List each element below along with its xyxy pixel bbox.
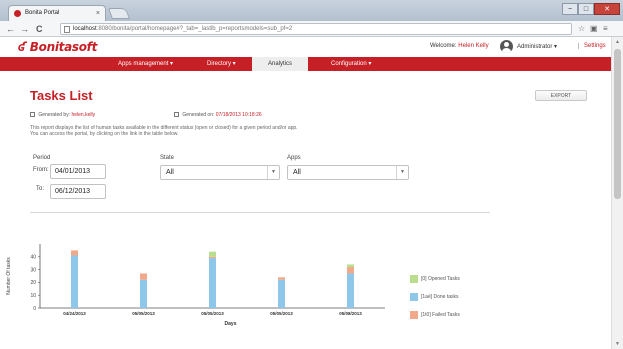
browser-toolbar: ← → C localhost:8080/bonita/portal/homep… bbox=[0, 21, 623, 37]
user-icon bbox=[30, 112, 35, 118]
export-button[interactable]: EXPORT bbox=[535, 90, 587, 101]
scroll-thumb[interactable] bbox=[614, 49, 621, 199]
page-title: Tasks List bbox=[30, 88, 93, 103]
bonitasoft-logo[interactable]: ʛ Bonitasoft bbox=[18, 40, 97, 54]
generated-by: Generated by: helen.kelly bbox=[30, 112, 95, 118]
generated-on-value: 07/18/2013 10:18:26 bbox=[215, 112, 262, 118]
report-description: This report displays the list of human t… bbox=[30, 125, 298, 137]
bar-segment bbox=[209, 256, 216, 259]
app-header: ʛ Bonitasoft Welcome: Helen Kelly Admini… bbox=[0, 37, 611, 57]
to-label: To: bbox=[36, 186, 45, 192]
section-divider bbox=[30, 212, 490, 213]
menu-icon[interactable]: ≡ bbox=[603, 24, 608, 34]
y-axis-label: Number Of tasks bbox=[6, 257, 12, 295]
y-tick-label: 0 bbox=[33, 306, 36, 312]
generated-by-value: helen.kelly bbox=[71, 112, 96, 118]
apps-value: All bbox=[293, 169, 301, 176]
tasks-chart: 0 10 20 30 40 Number Of tasks 04/24/2013 05/05/… bbox=[6, 244, 385, 327]
tab-title: Bonita Portal bbox=[25, 10, 60, 16]
bar-segment bbox=[140, 273, 147, 280]
y-tick-label: 40 bbox=[30, 255, 36, 261]
bar-segment bbox=[347, 264, 354, 268]
window-close-button[interactable]: ✕ bbox=[594, 3, 620, 15]
browser-tab[interactable]: Bonita Portal × bbox=[8, 5, 106, 21]
state-select[interactable]: All ▼ bbox=[160, 165, 280, 180]
profile-dropdown[interactable]: Administrator ▾ bbox=[517, 43, 557, 50]
logo-text: Bonitasoft bbox=[29, 40, 98, 54]
from-label: From: bbox=[33, 167, 49, 173]
main-menu: Apps management ▾ Directory ▾ Analytics … bbox=[0, 57, 611, 71]
from-date-input[interactable]: 04/01/2013 bbox=[50, 164, 106, 179]
legend-label: [1t0] Failed Tasks bbox=[421, 312, 460, 318]
bar-segment bbox=[209, 251, 216, 257]
legend-label: [1aè] Done tasks bbox=[421, 294, 459, 300]
back-button[interactable]: ← bbox=[6, 22, 15, 36]
chevron-down-icon: ▼ bbox=[267, 166, 279, 179]
calendar-icon bbox=[174, 112, 179, 118]
generated-on-label: Generated on: bbox=[182, 112, 215, 118]
extension-icon[interactable]: ▣ bbox=[590, 24, 598, 34]
x-tick-label: 05/05/2013 bbox=[132, 311, 155, 316]
menu-apps-management[interactable]: Apps management ▾ bbox=[118, 57, 173, 71]
bar-segment bbox=[347, 273, 354, 308]
avatar bbox=[500, 40, 513, 53]
menu-directory[interactable]: Directory ▾ bbox=[207, 57, 236, 71]
star-icon[interactable]: ☆ bbox=[578, 24, 585, 34]
x-tick-label: 05/05/2013 bbox=[270, 311, 293, 316]
address-bar[interactable]: localhost:8080/bonita/portal/homepage#?_… bbox=[60, 23, 572, 35]
generated-on: Generated on: 07/18/2013 10:18:26 bbox=[174, 112, 262, 118]
window-maximize-button[interactable]: □ bbox=[578, 3, 594, 15]
scroll-down-icon[interactable]: ▼ bbox=[612, 339, 623, 349]
bar-segment bbox=[278, 277, 285, 280]
generated-by-label: Generated by: bbox=[38, 112, 71, 118]
apps-label: Apps bbox=[287, 155, 301, 161]
bar-segment bbox=[347, 267, 354, 274]
state-label: State bbox=[160, 155, 175, 161]
bonita-favicon-icon bbox=[14, 10, 21, 17]
apps-select[interactable]: All ▼ bbox=[287, 165, 409, 180]
x-axis-label: Days bbox=[225, 321, 237, 327]
legend-label: [0] Opened Tasks bbox=[421, 276, 460, 282]
new-tab-button[interactable] bbox=[107, 8, 131, 19]
bar-segment bbox=[140, 279, 147, 308]
scroll-up-icon[interactable]: ▲ bbox=[612, 37, 623, 47]
bar-segment bbox=[71, 255, 78, 308]
settings-link[interactable]: Settings bbox=[578, 43, 606, 49]
browser-tab-strip: Bonita Portal × − □ ✕ bbox=[0, 0, 623, 21]
y-tick-label: 20 bbox=[30, 280, 36, 286]
period-label: Period bbox=[33, 155, 51, 161]
window-minimize-button[interactable]: − bbox=[562, 3, 578, 15]
bar-segment bbox=[278, 279, 285, 308]
x-tick-label: 04/24/2013 bbox=[63, 311, 86, 316]
description-line-2: You can access the portal, by clicking o… bbox=[30, 131, 179, 137]
x-tick-label: 05/05/2013 bbox=[201, 311, 224, 316]
menu-analytics[interactable]: Analytics bbox=[252, 57, 308, 71]
x-tick-label: 05/08/2013 bbox=[339, 311, 362, 316]
reload-button[interactable]: C bbox=[36, 22, 43, 36]
menu-configuration[interactable]: Configuration ▾ bbox=[331, 57, 371, 71]
bar-segment bbox=[71, 250, 78, 256]
legend-swatch bbox=[410, 275, 418, 283]
page-icon bbox=[64, 26, 70, 33]
welcome-text: Welcome: Helen Kelly bbox=[430, 43, 489, 49]
state-value: All bbox=[166, 169, 174, 176]
welcome-prefix: Welcome: bbox=[430, 43, 457, 49]
url-path: :8080/bonita/portal/homepage#?_tab=_last… bbox=[96, 26, 293, 32]
to-date-input[interactable]: 06/12/2013 bbox=[50, 184, 106, 199]
y-tick-label: 10 bbox=[30, 293, 36, 299]
legend-swatch bbox=[410, 293, 418, 301]
scrollbar[interactable]: ▲ ▼ bbox=[611, 37, 623, 349]
url-host: localhost bbox=[73, 26, 97, 32]
chevron-down-icon: ▼ bbox=[396, 166, 408, 179]
bar-segment bbox=[209, 258, 216, 308]
legend-swatch bbox=[410, 311, 418, 319]
y-tick-label: 30 bbox=[30, 267, 36, 273]
tab-close-icon[interactable]: × bbox=[96, 6, 100, 21]
welcome-user[interactable]: Helen Kelly bbox=[458, 43, 488, 49]
forward-button[interactable]: → bbox=[20, 22, 29, 36]
